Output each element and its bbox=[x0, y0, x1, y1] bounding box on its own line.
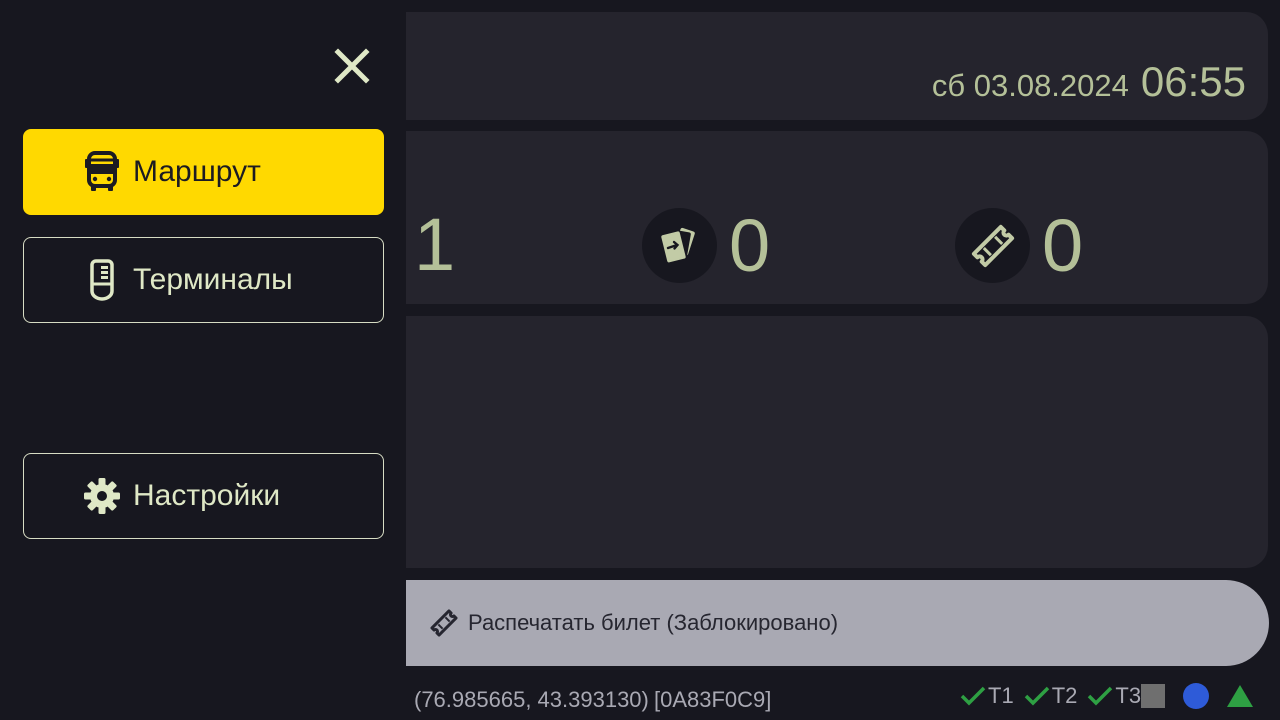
check-icon bbox=[960, 686, 986, 706]
stat-passengers-value: 1 bbox=[414, 203, 456, 286]
screen: сб 03.08.2024 06:55 1 0 0 Распечатать би… bbox=[0, 0, 1280, 720]
close-icon[interactable] bbox=[328, 42, 376, 90]
nav-item-settings-label: Настройки bbox=[133, 479, 281, 512]
stats-card bbox=[380, 131, 1268, 304]
nav-item-terminals[interactable]: Терминалы bbox=[23, 237, 384, 323]
print-ticket-button[interactable]: Распечатать билет (Заблокировано) bbox=[380, 580, 1269, 666]
stat-cards-value: 0 bbox=[729, 203, 771, 287]
terminal-icon bbox=[80, 258, 124, 302]
nav-item-route-label: Маршрут bbox=[133, 155, 261, 188]
nav-item-terminals-label: Терминалы bbox=[133, 263, 293, 296]
terminal-label-t1: T1 bbox=[988, 683, 1014, 708]
cards-transfer-icon bbox=[642, 208, 717, 283]
blue-dot-indicator bbox=[1183, 683, 1210, 709]
nav-drawer: Маршрут Терминалы Настройки bbox=[0, 0, 406, 720]
gear-icon bbox=[80, 474, 124, 518]
stat-tickets-value: 0 bbox=[1042, 203, 1084, 287]
terminal-status-t1: T1 bbox=[960, 683, 1014, 709]
ticket-icon bbox=[955, 208, 1030, 283]
status-indicators: T1 T2 T3 bbox=[960, 683, 1255, 709]
device-id: [0A83F0C9] bbox=[654, 687, 772, 712]
nav-item-route[interactable]: Маршрут bbox=[23, 129, 384, 215]
gps-coordinates: (76.985665, 43.393130) bbox=[414, 687, 649, 712]
check-icon bbox=[1088, 686, 1113, 706]
terminal-status-t3: T3 bbox=[1087, 683, 1141, 709]
datetime: сб 03.08.2024 06:55 bbox=[932, 58, 1246, 106]
terminal-label-t2: T2 bbox=[1051, 683, 1078, 708]
stat-tickets: 0 bbox=[955, 208, 1083, 283]
main-card bbox=[380, 316, 1268, 568]
print-ticket-label: Распечатать билет (Заблокировано) bbox=[468, 610, 839, 635]
time-label: 06:55 bbox=[1140, 58, 1246, 105]
check-icon bbox=[1024, 686, 1049, 706]
ticket-small-icon bbox=[430, 609, 458, 637]
green-triangle-icon bbox=[1227, 685, 1254, 707]
bus-icon bbox=[80, 150, 124, 194]
terminal-label-t3: T3 bbox=[1115, 683, 1142, 708]
stat-cards: 0 bbox=[642, 208, 770, 283]
nav-item-settings[interactable]: Настройки bbox=[23, 453, 384, 539]
header-card: сб 03.08.2024 06:55 bbox=[380, 12, 1268, 120]
date-label: сб 03.08.2024 bbox=[931, 68, 1129, 103]
gray-square-indicator bbox=[1141, 684, 1166, 708]
stat-passengers: 1 bbox=[414, 208, 455, 282]
terminal-status-t2: T2 bbox=[1024, 683, 1078, 709]
status-bar: (76.985665, 43.393130) [0A83F0C9] T1 T2 … bbox=[380, 675, 1280, 720]
